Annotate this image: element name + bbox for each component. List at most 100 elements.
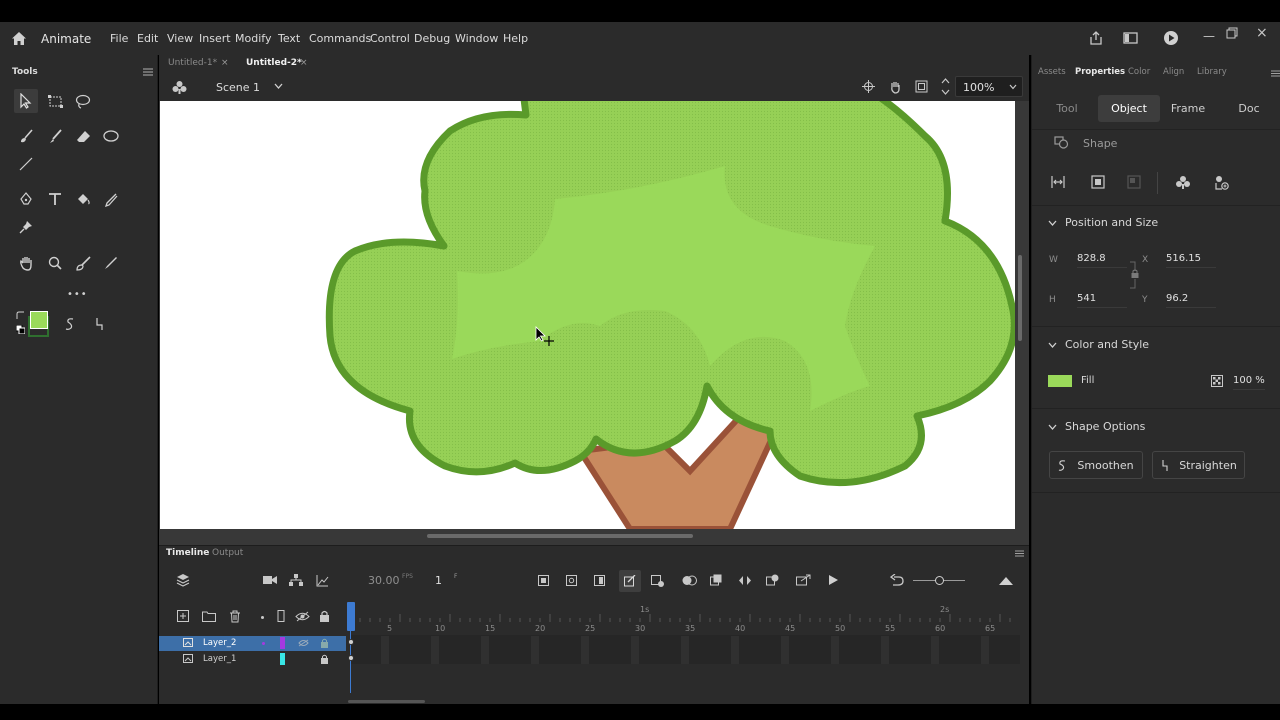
playhead-handle[interactable]: [347, 602, 355, 631]
test-movie-icon[interactable]: [1163, 30, 1179, 46]
menu-edit[interactable]: Edit: [137, 32, 158, 45]
menu-modify[interactable]: Modify: [235, 32, 271, 45]
share-icon[interactable]: [1089, 31, 1103, 45]
swap-colors-icon[interactable]: [16, 311, 25, 320]
layer-lock-icon[interactable]: [320, 638, 329, 648]
menu-help[interactable]: Help: [503, 32, 528, 45]
break-apart-icon[interactable]: [1091, 175, 1105, 189]
hand-tool-icon[interactable]: [14, 251, 38, 275]
tab-timeline[interactable]: Timeline: [166, 548, 209, 558]
graph-icon[interactable]: [316, 574, 329, 587]
doc-tab-untitled-2[interactable]: Untitled-2*: [246, 58, 302, 68]
smoothen-button[interactable]: Smoothen: [1049, 451, 1143, 479]
subtab-doc[interactable]: Doc: [1232, 95, 1266, 122]
lasso-tool-icon[interactable]: [71, 89, 95, 113]
lock-proportions-icon[interactable]: [1130, 261, 1140, 289]
tab-library[interactable]: Library: [1197, 67, 1227, 77]
tab-color[interactable]: Color: [1128, 67, 1150, 77]
smooth-option-icon[interactable]: [65, 317, 75, 331]
stage-canvas[interactable]: [160, 101, 1015, 529]
tab-align[interactable]: Align: [1163, 67, 1184, 77]
subtab-frame[interactable]: Frame: [1168, 95, 1208, 122]
layer-row-layer-2[interactable]: Layer_2: [159, 636, 346, 651]
tab-output[interactable]: Output: [212, 548, 243, 558]
highlight-layers-icon[interactable]: [261, 616, 264, 619]
auto-keyframe-button[interactable]: [619, 570, 641, 592]
oval-tool-icon[interactable]: [99, 124, 123, 148]
edit-symbols-icon[interactable]: [172, 80, 187, 94]
straighten-option-icon[interactable]: [94, 317, 104, 331]
restore-icon[interactable]: [1226, 27, 1238, 39]
pen-tool-icon[interactable]: [14, 187, 38, 211]
line-tool-icon[interactable]: [14, 152, 38, 176]
doc-tab-untitled-1[interactable]: Untitled-1*: [168, 58, 217, 68]
chevron-down-icon[interactable]: [1048, 342, 1057, 348]
close-window-icon[interactable]: ×: [1256, 25, 1268, 41]
text-tool-icon[interactable]: [43, 187, 67, 211]
home-icon[interactable]: [11, 31, 27, 46]
workspace-icon[interactable]: [1123, 32, 1138, 44]
tree-artwork[interactable]: [160, 101, 1015, 529]
section-position-size[interactable]: Position and Size: [1048, 216, 1158, 229]
chevron-down-icon[interactable]: [1048, 424, 1057, 430]
layer-color-swatch[interactable]: [280, 653, 285, 665]
camera-icon[interactable]: [263, 575, 277, 585]
menu-text[interactable]: Text: [278, 32, 300, 45]
more-tools-icon[interactable]: •••: [67, 289, 88, 300]
eraser-tool-icon[interactable]: [71, 124, 95, 148]
shape-tween-icon[interactable]: [766, 574, 779, 586]
zoom-slider-handle[interactable]: [935, 576, 944, 585]
section-shape-options[interactable]: Shape Options: [1048, 420, 1145, 433]
panel-menu-icon[interactable]: [143, 68, 153, 76]
new-folder-icon[interactable]: [202, 611, 216, 622]
group-icon[interactable]: [1127, 175, 1141, 189]
minimize-icon[interactable]: —: [1203, 29, 1215, 43]
layer-visibility-icon[interactable]: [298, 639, 309, 647]
menu-view[interactable]: View: [167, 32, 193, 45]
undo-timeline-icon[interactable]: [890, 574, 904, 586]
lock-all-icon[interactable]: [319, 610, 330, 622]
y-field[interactable]: 96.2: [1166, 293, 1216, 308]
layer-row-layer-1[interactable]: Layer_1: [159, 652, 346, 667]
default-colors-icon[interactable]: [16, 325, 25, 334]
selection-tool-icon[interactable]: [14, 89, 38, 113]
clip-content-icon[interactable]: [915, 80, 928, 93]
layer-name[interactable]: Layer_2: [203, 638, 236, 648]
doc-tab-close-icon[interactable]: ×: [221, 58, 229, 68]
stage-horizontal-scrollbar[interactable]: [427, 534, 693, 538]
insert-frame-icon[interactable]: [594, 575, 605, 586]
layer-color-swatch[interactable]: [280, 637, 285, 649]
tab-properties[interactable]: Properties: [1075, 67, 1125, 77]
x-field[interactable]: 516.15: [1166, 253, 1216, 268]
menu-insert[interactable]: Insert: [199, 32, 231, 45]
layers-icon[interactable]: [176, 573, 190, 587]
center-stage-icon[interactable]: [862, 80, 875, 93]
keyframe-marker[interactable]: [348, 639, 354, 645]
fill-color-swatch[interactable]: [30, 311, 48, 329]
new-layer-icon[interactable]: [177, 610, 189, 622]
subtab-tool[interactable]: Tool: [1050, 95, 1084, 122]
play-icon[interactable]: [828, 574, 839, 586]
fill-color-chip[interactable]: [1048, 375, 1072, 387]
tab-assets[interactable]: Assets: [1038, 67, 1066, 77]
panel-menu-icon[interactable]: [1015, 550, 1024, 557]
zoom-field[interactable]: 100%: [955, 76, 1023, 97]
paint-bucket-tool-icon[interactable]: [71, 187, 95, 211]
delete-frame-icon[interactable]: [651, 575, 664, 587]
motion-tween-icon[interactable]: [738, 575, 752, 586]
delete-layer-icon[interactable]: [229, 610, 241, 623]
height-field[interactable]: 541: [1077, 293, 1127, 308]
width-field[interactable]: 828.8: [1077, 253, 1127, 268]
layer-lock-icon[interactable]: [320, 654, 329, 664]
onion-skin-icon[interactable]: [682, 575, 697, 586]
menu-window[interactable]: Window: [455, 32, 498, 45]
stage-vertical-scrollbar[interactable]: [1018, 255, 1022, 341]
menu-debug[interactable]: Debug: [414, 32, 450, 45]
alpha-field[interactable]: 100 %: [1233, 375, 1265, 390]
menu-control[interactable]: Control: [370, 32, 410, 45]
insert-keyframe-icon[interactable]: [538, 575, 549, 586]
hide-all-icon[interactable]: [295, 611, 310, 622]
zoom-timeline-icon[interactable]: [998, 575, 1014, 586]
timeline-scrollbar[interactable]: [348, 700, 425, 703]
chevron-down-icon[interactable]: [1009, 84, 1017, 90]
